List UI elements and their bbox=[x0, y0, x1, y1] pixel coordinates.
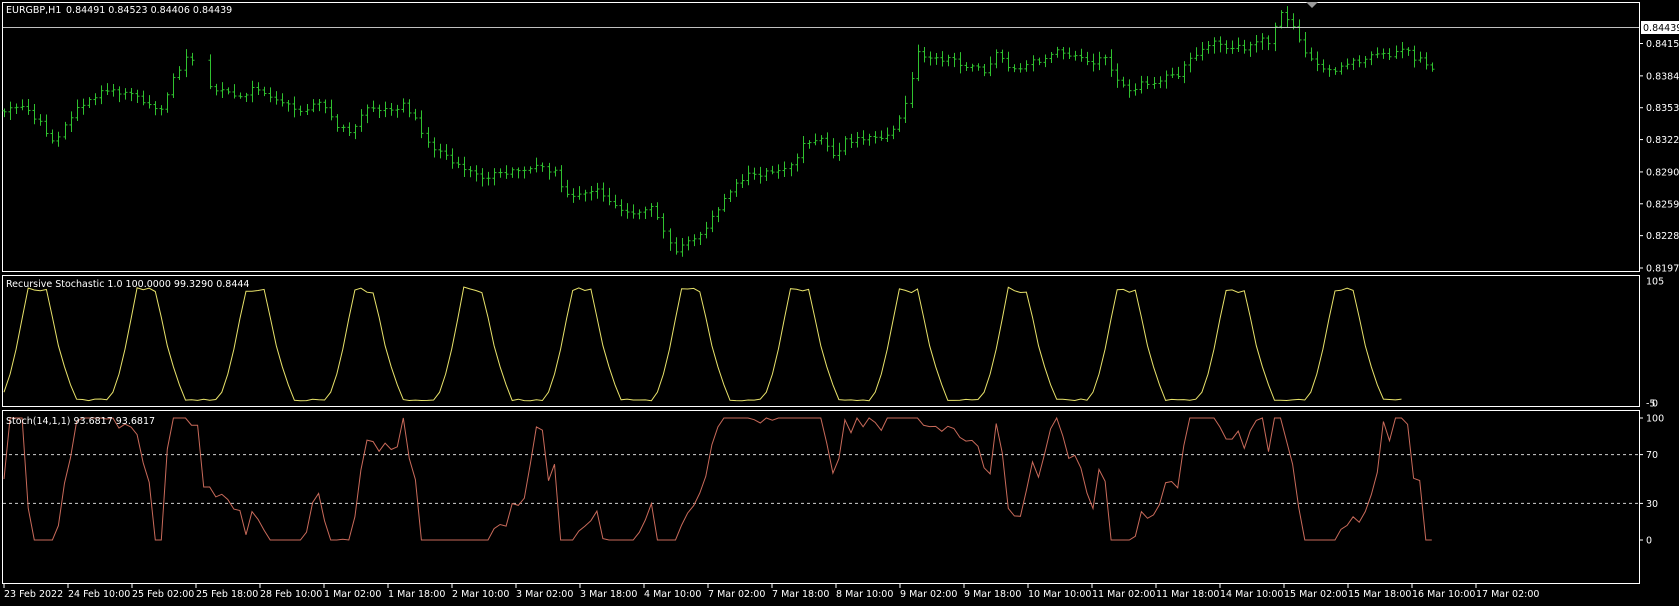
time-tick-label: 1 Mar 02:00 bbox=[324, 589, 381, 600]
chart-background bbox=[0, 0, 1679, 606]
time-tick-label: 25 Feb 02:00 bbox=[132, 589, 194, 600]
stochastic-tick-label: 0 bbox=[1646, 536, 1652, 547]
time-tick-label: 25 Feb 18:00 bbox=[196, 589, 258, 600]
stochastic-tick-label: 70 bbox=[1646, 450, 1658, 461]
last-price-label: 0.84439 bbox=[1643, 23, 1679, 34]
recursive-stochastic-title: Recursive Stochastic 1.0 100.0000 99.329… bbox=[6, 279, 249, 290]
time-tick-label: 16 Mar 10:00 bbox=[1412, 589, 1475, 600]
price-tick-label: 0.82905 bbox=[1646, 167, 1679, 178]
time-tick-label: 15 Mar 02:00 bbox=[1284, 589, 1347, 600]
time-tick-label: 1 Mar 18:00 bbox=[388, 589, 445, 600]
recursive-tick-label: 105 bbox=[1646, 277, 1664, 288]
time-tick-label: 17 Mar 02:00 bbox=[1476, 589, 1539, 600]
price-tick-label: 0.81970 bbox=[1646, 264, 1679, 275]
price-tick-label: 0.83530 bbox=[1646, 103, 1679, 114]
chart-symbol-label: EURGBP,H1 bbox=[6, 5, 61, 16]
time-tick-label: 3 Mar 02:00 bbox=[516, 589, 573, 600]
price-tick-label: 0.84155 bbox=[1646, 39, 1679, 50]
time-tick-label: 28 Feb 10:00 bbox=[260, 589, 322, 600]
stochastic-tick-label: 100 bbox=[1646, 414, 1664, 425]
time-tick-label: 11 Mar 18:00 bbox=[1156, 589, 1219, 600]
time-tick-label: 9 Mar 18:00 bbox=[964, 589, 1021, 600]
time-tick-label: 2 Mar 10:00 bbox=[452, 589, 509, 600]
time-tick-label: 24 Feb 10:00 bbox=[68, 589, 130, 600]
stochastic-tick-label: 30 bbox=[1646, 499, 1658, 510]
time-tick-label: 8 Mar 10:00 bbox=[836, 589, 893, 600]
time-tick-label: 7 Mar 18:00 bbox=[772, 589, 829, 600]
price-tick-label: 0.82285 bbox=[1646, 231, 1679, 242]
time-tick-label: 7 Mar 02:00 bbox=[708, 589, 765, 600]
time-tick-label: 9 Mar 02:00 bbox=[900, 589, 957, 600]
time-tick-label: 3 Mar 18:00 bbox=[580, 589, 637, 600]
time-tick-label: 15 Mar 18:00 bbox=[1348, 589, 1411, 600]
time-tick-label: 10 Mar 10:00 bbox=[1028, 589, 1091, 600]
price-tick-label: 0.82595 bbox=[1646, 199, 1679, 210]
recursive-tick-label: 0 bbox=[1652, 399, 1658, 410]
chart-canvas: 0.84155 0.83840 0.83530 0.83220 0.82905 0.825… bbox=[0, 0, 1679, 606]
time-tick-label: 23 Feb 2022 bbox=[4, 589, 63, 600]
time-tick-label: 11 Mar 02:00 bbox=[1092, 589, 1155, 600]
time-tick-label: 14 Mar 10:00 bbox=[1220, 589, 1283, 600]
price-tick-label: 0.83220 bbox=[1646, 135, 1679, 146]
time-tick-label: 4 Mar 10:00 bbox=[644, 589, 701, 600]
stochastic-title: Stoch(14,1,1) 93.6817 93.6817 bbox=[6, 416, 155, 427]
chart-ohlc-label: 0.84491 0.84523 0.84406 0.84439 bbox=[66, 5, 232, 16]
price-tick-label: 0.83840 bbox=[1646, 71, 1679, 82]
